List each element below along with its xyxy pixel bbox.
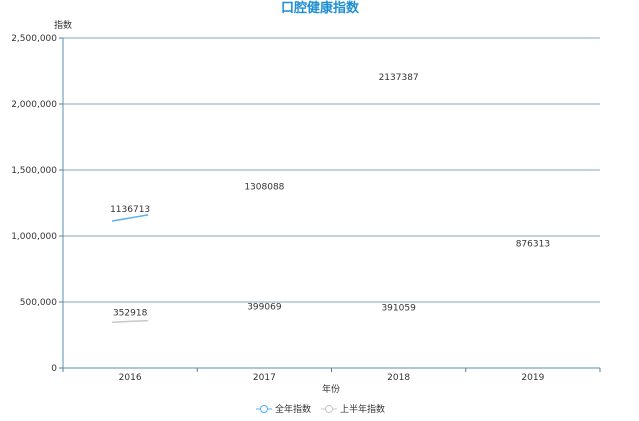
legend-item-2[interactable]: 上半年指数 xyxy=(321,403,385,415)
x-tick-labels: 2016 2017 2018 2019 xyxy=(119,373,545,383)
data-label: 391059 xyxy=(381,303,416,313)
data-label: 399069 xyxy=(247,302,282,312)
series-group: 113671313080882137387876313352918399069 3… xyxy=(110,73,550,323)
legend-label: 上半年指数 xyxy=(340,403,385,415)
y-axis-label: 指数 xyxy=(54,19,72,31)
y-tick-label: 2,500,000 xyxy=(11,34,57,44)
data-label: 1308088 xyxy=(244,182,284,192)
data-label: 1136713 xyxy=(110,205,150,215)
series-line-segment xyxy=(112,214,149,222)
y-tick-label: 1,500,000 xyxy=(11,166,57,176)
x-axis-label: 年份 xyxy=(322,383,340,395)
y-tick-label: 1,000,000 xyxy=(11,232,57,242)
y-tick-label: 500,000 xyxy=(20,298,57,308)
x-tick-label: 2017 xyxy=(253,373,276,383)
grid-lines xyxy=(63,37,600,303)
chart-title: 口腔健康指数 xyxy=(281,0,360,16)
series-1: 1136713 1308088 2137387 876313 xyxy=(110,73,550,249)
legend-circle-icon xyxy=(325,405,333,413)
series-2: 352918 399069 391059 xyxy=(112,302,416,323)
y-tick-label: 0 xyxy=(51,364,57,374)
y-tick-labels: 0 500,000 1,000,000 1,500,000 2,000,000 2,500… xyxy=(11,34,57,374)
legend-label: 全年指数 xyxy=(275,403,311,415)
series-line-segment xyxy=(112,319,149,323)
legend-item-1[interactable]: 全年指数 xyxy=(256,403,311,415)
data-label: 2137387 xyxy=(379,73,419,83)
data-label: 352918 xyxy=(113,308,148,318)
x-tick-label: 2018 xyxy=(387,373,410,383)
chart: 口腔健康指数 指数 0 500,000 1,000,000 1,500,000 2,00… xyxy=(11,0,601,415)
legend[interactable]: 全年指数 上半年指数 xyxy=(256,403,385,415)
x-tick-label: 2019 xyxy=(521,373,544,383)
data-label: 876313 xyxy=(516,239,550,249)
x-tick-label: 2016 xyxy=(119,373,142,383)
y-tick-label: 2,000,000 xyxy=(11,100,57,110)
legend-circle-icon xyxy=(260,405,268,413)
